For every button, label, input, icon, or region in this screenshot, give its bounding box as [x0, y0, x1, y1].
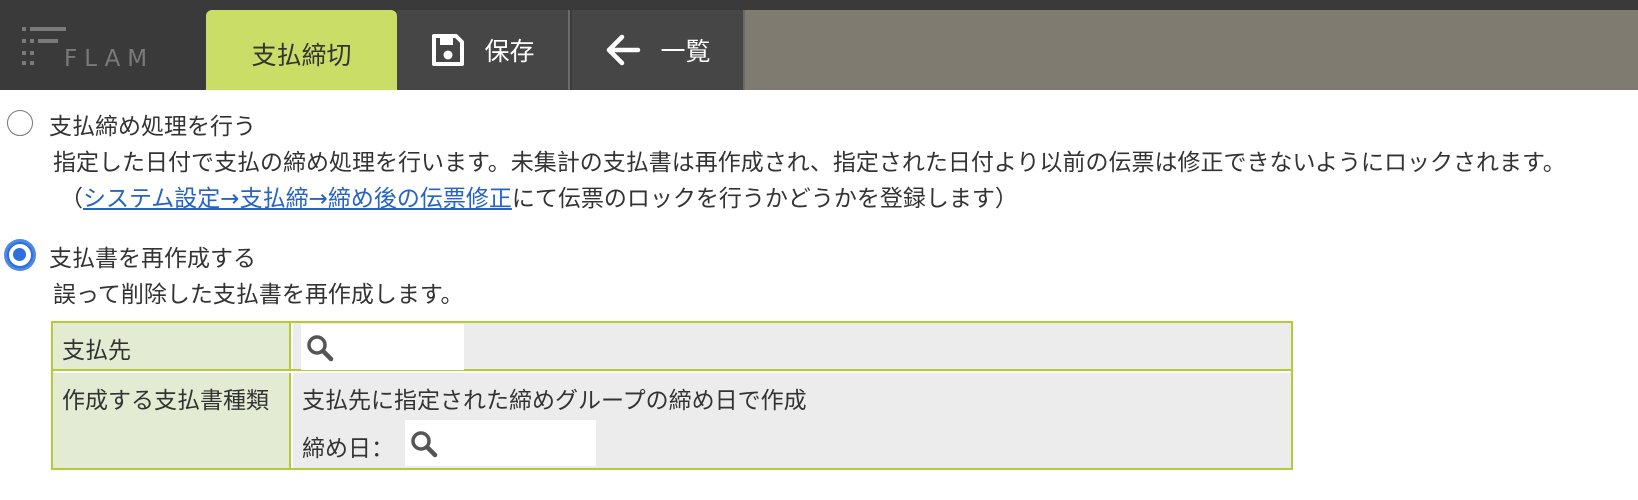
list-button-label: 一覧: [660, 37, 711, 66]
type-cell: 支払先に指定された締めグループの締め日で作成 締め日：: [293, 373, 1291, 468]
table-row-payee: 支払先: [53, 323, 1291, 371]
option-recreate-description: 誤って削除した支払書を再作成します。: [53, 282, 464, 308]
option-closing-description: 指定した日付で支払の締め処理を行います。未集計の支払書は再作成され、指定された日…: [53, 150, 1566, 176]
radio-recreate[interactable]: [7, 242, 33, 268]
option-closing-note: （システム設定→支払締→締め後の伝票修正にて伝票のロックを行うかどうかを登録しま…: [60, 179, 1018, 213]
save-button[interactable]: 保存: [397, 10, 570, 90]
floppy-disk-icon: [432, 34, 465, 66]
toolbar-filler: [745, 10, 1638, 90]
search-icon[interactable]: [305, 333, 335, 363]
table-row-type: 作成する支払書種類 支払先に指定された締めグループの締め日で作成 締め日：: [53, 373, 1291, 468]
flam-logo: FLAM: [22, 22, 182, 72]
closing-date-label: 締め日：: [302, 436, 394, 462]
payee-cell: [293, 323, 1291, 370]
option-closing-label: 支払締め処理を行う: [49, 114, 256, 140]
type-description: 支払先に指定された締めグループの締め日で作成: [302, 388, 807, 414]
top-toolbar: FLAM 支払締切 保存 一覧: [0, 0, 1638, 90]
arrow-left-icon: [607, 34, 641, 66]
tab-payment-closing-label: 支払締切: [251, 41, 352, 70]
list-button[interactable]: 一覧: [572, 10, 745, 90]
search-icon[interactable]: [409, 429, 439, 459]
note-suffix: にて伝票のロックを行うかどうかを登録します）: [511, 186, 1018, 212]
closing-date-search-field[interactable]: [405, 420, 596, 466]
system-settings-link[interactable]: システム設定→支払締→締め後の伝票修正: [83, 186, 512, 212]
radio-closing[interactable]: [7, 110, 33, 136]
recreate-form-table: 支払先 作成する支払書種類 支払先に指定された締めグループの締め日で作成 締め日…: [51, 321, 1293, 470]
flam-logo-mark: [22, 27, 66, 65]
option-recreate-label: 支払書を再作成する: [49, 246, 256, 272]
logo-text: FLAM: [64, 46, 155, 72]
type-label: 作成する支払書種類: [53, 373, 291, 468]
payee-search-field[interactable]: [301, 324, 464, 370]
save-button-label: 保存: [484, 37, 535, 66]
tab-payment-closing[interactable]: 支払締切: [206, 10, 397, 90]
note-prefix: （: [60, 186, 83, 212]
payee-label: 支払先: [53, 323, 291, 369]
